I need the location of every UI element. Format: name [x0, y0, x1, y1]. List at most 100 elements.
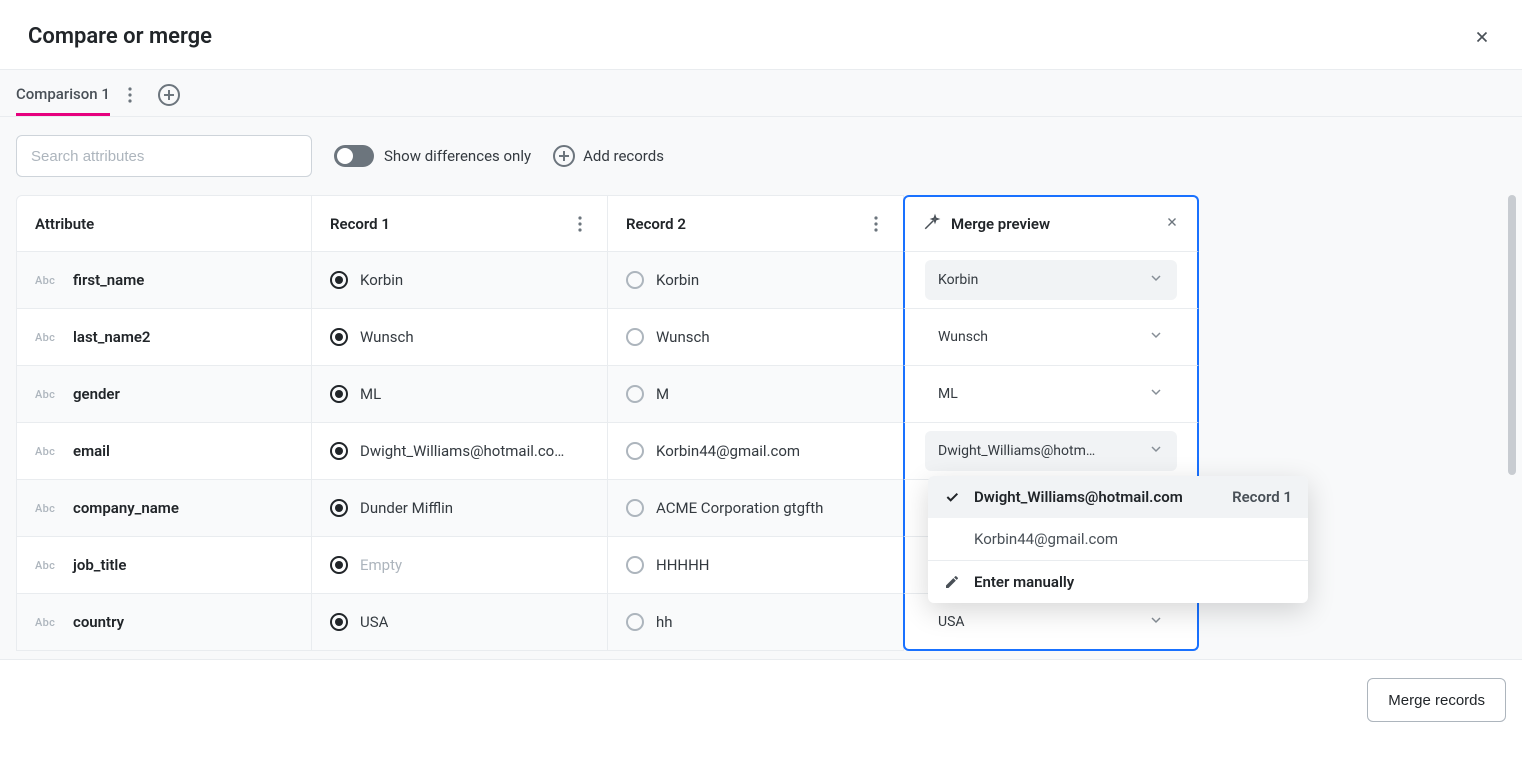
dropdown-option-value: Dwight_Williams@hotmail.com [974, 488, 1220, 506]
attribute-cell: Abcfirst_name [16, 252, 312, 309]
col-record1-header: Record 1 [312, 195, 608, 252]
record2-value: M [656, 385, 669, 403]
attribute-cell: Abcjob_title [16, 537, 312, 594]
record2-value: Wunsch [656, 328, 710, 346]
radio-button[interactable] [626, 385, 644, 403]
col-record1-label: Record 1 [330, 215, 390, 233]
col-record2-header: Record 2 [608, 195, 904, 252]
wand-icon [923, 213, 941, 235]
tab-comparison[interactable]: Comparison 1 [16, 85, 110, 116]
record1-more-icon[interactable] [571, 216, 589, 232]
add-records-button[interactable]: Add records [553, 145, 664, 167]
modal-footer: Merge records [0, 659, 1522, 740]
chevron-down-icon [1148, 612, 1164, 632]
radio-button[interactable] [330, 442, 348, 460]
chevron-down-icon [1148, 441, 1164, 461]
attribute-cell: Abcgender [16, 366, 312, 423]
merge-preview-select[interactable]: USA [925, 602, 1177, 642]
merge-preview-select[interactable]: Wunsch [925, 317, 1177, 357]
radio-button[interactable] [330, 271, 348, 289]
table-row: Abcfirst_name Korbin Korbin Korbin [16, 252, 1506, 309]
radio-button[interactable] [330, 613, 348, 631]
record1-cell: ML [312, 366, 608, 423]
record2-value: Korbin44@gmail.com [656, 442, 800, 460]
attr-name: country [73, 613, 124, 631]
col-attribute-header: Attribute [16, 195, 312, 252]
record2-value: hh [656, 613, 673, 631]
radio-button[interactable] [626, 328, 644, 346]
chevron-down-icon [1148, 327, 1164, 347]
record1-cell: Dunder Mifflin [312, 480, 608, 537]
radio-button[interactable] [330, 556, 348, 574]
record1-value: Dunder Mifflin [360, 499, 453, 517]
record1-value: Empty [360, 556, 402, 574]
attr-name: job_title [73, 556, 126, 574]
dropdown-option[interactable]: Dwight_Williams@hotmail.com Record 1 [928, 476, 1308, 518]
toggle-label: Show differences only [384, 147, 531, 165]
attr-name: company_name [73, 499, 179, 517]
tab-add-icon[interactable] [158, 84, 180, 106]
merge-preview-cell: Wunsch [903, 309, 1199, 366]
radio-button[interactable] [626, 499, 644, 517]
record2-value: HHHHH [656, 556, 710, 574]
preview-close-icon[interactable] [1165, 215, 1179, 233]
dropdown-option-value: Korbin44@gmail.com [974, 530, 1292, 548]
record1-value: ML [360, 385, 381, 403]
close-icon[interactable] [1470, 25, 1494, 49]
attr-type-label: Abc [35, 274, 61, 287]
chevron-down-icon [1148, 270, 1164, 290]
record2-value: Korbin [656, 271, 699, 289]
modal-title: Compare or merge [28, 24, 212, 49]
attr-type-label: Abc [35, 445, 61, 458]
radio-button[interactable] [626, 271, 644, 289]
merge-preview-select[interactable]: Korbin [925, 260, 1177, 300]
record2-cell: Korbin [608, 252, 904, 309]
radio-button[interactable] [330, 385, 348, 403]
merge-preview-select[interactable]: ML [925, 374, 1177, 414]
table-row: Abclast_name2WunschWunschWunsch [16, 309, 1506, 366]
radio-button[interactable] [626, 613, 644, 631]
dropdown-option[interactable]: Korbin44@gmail.com [928, 518, 1308, 560]
record1-value: Korbin [360, 271, 403, 289]
radio-button[interactable] [330, 328, 348, 346]
merge-preview-dropdown: Dwight_Williams@hotmail.com Record 1 Kor… [928, 476, 1308, 603]
pencil-icon [944, 574, 962, 590]
col-merge-preview-label: Merge preview [951, 215, 1050, 233]
search-input[interactable] [31, 148, 297, 165]
merge-preview-value: Korbin [938, 272, 1140, 288]
merge-preview-value: ML [938, 386, 1140, 402]
record1-value: Dwight_Williams@hotmail.co… [360, 442, 564, 460]
col-record2-label: Record 2 [626, 215, 686, 233]
merge-preview-cell: ML [903, 366, 1199, 423]
radio-button[interactable] [626, 556, 644, 574]
radio-button[interactable] [330, 499, 348, 517]
toggle-switch[interactable] [334, 145, 374, 167]
attribute-cell: Abc company_name [16, 480, 312, 537]
record1-value: Wunsch [360, 328, 414, 346]
attr-name: last_name2 [73, 328, 151, 346]
merge-records-button[interactable]: Merge records [1367, 678, 1506, 722]
merge-preview-value: Dwight_Williams@hotm… [938, 443, 1140, 459]
record2-more-icon[interactable] [867, 216, 885, 232]
merge-preview-select[interactable]: Dwight_Williams@hotm… [925, 431, 1177, 471]
toggle-differences: Show differences only [334, 145, 531, 167]
dropdown-enter-manually[interactable]: Enter manually [928, 561, 1308, 603]
record1-cell: Wunsch [312, 309, 608, 366]
scrollbar[interactable] [1508, 195, 1516, 475]
modal-header: Compare or merge [0, 0, 1522, 70]
attr-type-label: Abc [35, 388, 61, 401]
enter-manually-label: Enter manually [974, 573, 1074, 591]
merge-preview-cell: Korbin [903, 252, 1199, 309]
col-attribute-label: Attribute [35, 215, 94, 233]
attr-type-label: Abc [35, 502, 61, 515]
col-merge-preview-header: Merge preview [903, 195, 1199, 252]
record2-value: ACME Corporation gtgfth [656, 499, 823, 517]
record1-cell: Dwight_Williams@hotmail.co… [312, 423, 608, 480]
merge-preview-value: USA [938, 614, 1140, 630]
merge-preview-cell: Dwight_Williams@hotm… [903, 423, 1199, 480]
table-header-row: Attribute Record 1 Record 2 [16, 195, 1506, 252]
tab-more-icon[interactable] [120, 87, 140, 113]
radio-button[interactable] [626, 442, 644, 460]
attribute-cell: Abcemail [16, 423, 312, 480]
table-row: Abcgender ML M ML [16, 366, 1506, 423]
